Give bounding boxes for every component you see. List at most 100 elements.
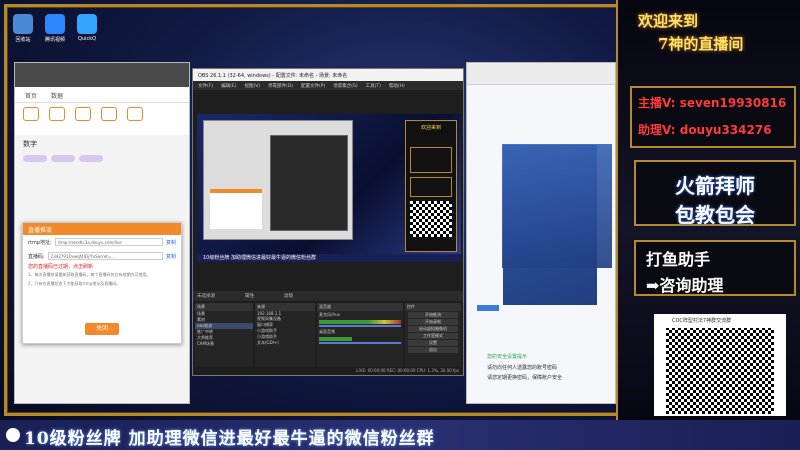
sources-header: 来源 bbox=[255, 303, 315, 311]
menu-help[interactable]: 帮助(H) bbox=[389, 83, 405, 89]
close-dialog-button[interactable]: 关闭 bbox=[85, 323, 119, 335]
stream-scene: 回收站 腾讯视频 QuickQ 首页 数据 数字 直播推流 rtmp地址: rt… bbox=[0, 0, 800, 450]
volume-slider[interactable] bbox=[319, 325, 401, 327]
rain-panel bbox=[502, 144, 612, 268]
dialog-title: 直播推流 bbox=[23, 223, 181, 235]
ticker-dot-icon bbox=[6, 428, 20, 442]
promo-box-fishing: 打鱼助手 ➡咨询助理 bbox=[634, 240, 796, 296]
tag-pill[interactable] bbox=[51, 155, 75, 162]
desktop-icon-label: QuickQ bbox=[77, 36, 97, 42]
menu-file[interactable]: 文件(F) bbox=[198, 83, 213, 89]
desktop-icon-tencent-video[interactable]: 腾讯视频 bbox=[40, 14, 70, 43]
scene-item[interactable]: CAM场景 bbox=[195, 341, 253, 347]
tool-row bbox=[15, 103, 189, 135]
preview-ticker: 10级粉丝牌 加助理微信进最好最牛逼的微信粉丝群 bbox=[197, 254, 461, 262]
bottom-ticker: 10级粉丝牌 加助理微信进最好最牛逼的微信粉丝群 bbox=[0, 420, 800, 450]
security-tip: 您的安全设置提示 请勿向任何人透露您的账号密码 请您定期更换密码，保障账户安全 bbox=[487, 353, 562, 381]
obs-preview[interactable]: 欢迎来到 10级粉丝牌 加助理微信进最好最牛逼的微信粉丝群 bbox=[197, 114, 461, 262]
stream-key-field[interactable]: 2342791Dvwqf4lDj?txSecret=... bbox=[47, 252, 163, 260]
volume-slider[interactable] bbox=[319, 342, 401, 344]
contact-box: 主播V: seven19930816 助理V: douyu334276 bbox=[630, 86, 796, 148]
promo-subtitle: 包教包会 bbox=[675, 203, 755, 227]
preview-overlay-column: 欢迎来到 bbox=[405, 120, 457, 252]
promo-box-rocket: 火箭拜师 包教包会 bbox=[634, 160, 796, 227]
menu-edit[interactable]: 编辑(E) bbox=[221, 83, 236, 89]
ticker-text: 10级粉丝牌 加助理微信进最好最牛逼的微信粉丝群 bbox=[24, 429, 435, 449]
obs-source-toolbar: 未选择源 属性 滤镜 bbox=[193, 291, 463, 301]
mixer-header: 混音器 bbox=[317, 303, 403, 311]
controls-header: 控件 bbox=[405, 303, 461, 311]
menu-scene-collection[interactable]: 场景集合(S) bbox=[333, 83, 357, 89]
preview-qr-code bbox=[410, 201, 452, 237]
promo-title: 打鱼助手 bbox=[646, 250, 711, 269]
tool-icon[interactable] bbox=[23, 107, 39, 121]
quickq-icon bbox=[77, 14, 97, 34]
server-field[interactable]: rtmp://sendtc3a.douyu.com/live bbox=[54, 238, 163, 246]
preview-nested-obs bbox=[270, 135, 348, 231]
nav-item-home[interactable]: 首页 bbox=[25, 91, 37, 100]
desktop-icon-quickq[interactable]: QuickQ bbox=[72, 14, 102, 42]
controls-dock: 控件 开始推流 开始录制 启动虚拟摄像机 工作室模式 设置 退出 bbox=[405, 303, 461, 375]
welcome-text: 欢迎来到 bbox=[638, 12, 699, 30]
start-streaming-button[interactable]: 开始推流 bbox=[408, 312, 458, 318]
qr-card: COC阵型村法7神群交流群 bbox=[654, 314, 786, 416]
dialog-note: 2、只有在直播状态下才能获取rtmp地址及直播码。 bbox=[28, 281, 121, 286]
assistant-contact: 助理V: douyu334276 bbox=[638, 123, 772, 137]
obs-docks: 场景 场景 素材 obs推流 推广中转 大师推荐 CAM场景 来源 192.16… bbox=[195, 303, 461, 375]
nav-item-data[interactable]: 数据 bbox=[51, 91, 63, 100]
tool-icon[interactable] bbox=[101, 107, 117, 121]
dialog-note: 1、每次直播前请重新获取直播码，每个直播码仅在有效期内可使用。 bbox=[28, 272, 151, 277]
refresh-warning[interactable]: 您的直播码已过期，点击刷新 bbox=[23, 263, 181, 270]
filters-button[interactable]: 滤镜 bbox=[284, 293, 293, 299]
server-label: rtmp地址: bbox=[28, 239, 52, 246]
copy-key-button[interactable]: 复制 bbox=[166, 253, 176, 260]
settings-button[interactable]: 设置 bbox=[408, 340, 458, 346]
desktop-icon-label: 回收站 bbox=[15, 37, 31, 43]
section-title: 数字 bbox=[23, 140, 37, 148]
preview-promo-box bbox=[410, 147, 452, 173]
stream-key-dialog: 直播推流 rtmp地址: rtmp://sendtc3a.douyu.com/l… bbox=[22, 222, 182, 344]
menu-view[interactable]: 视图(V) bbox=[244, 83, 260, 89]
volume-meter bbox=[319, 320, 401, 324]
mixer-dock: 混音器 麦克风/Aux 桌面音频 bbox=[317, 303, 403, 375]
qr-caption: COC阵型村法7神群交流群 bbox=[672, 318, 732, 324]
preview-promo-box bbox=[410, 177, 452, 197]
preview-welcome: 欢迎来到 bbox=[420, 125, 441, 131]
promo-subtitle: ➡咨询助理 bbox=[646, 276, 724, 295]
desktop-icon-label: 腾讯视频 bbox=[44, 37, 65, 43]
streamer-overlay-column: 欢迎来到 7神的直播间 主播V: seven19930816 助理V: douy… bbox=[616, 0, 800, 450]
browser-toolbar bbox=[15, 63, 189, 87]
scenes-dock: 场景 场景 素材 obs推流 推广中转 大师推荐 CAM场景 bbox=[195, 303, 253, 375]
menu-profile[interactable]: 配置文件(P) bbox=[301, 83, 325, 89]
studio-mode-button[interactable]: 工作室模式 bbox=[408, 333, 458, 339]
qr-code bbox=[666, 328, 774, 414]
properties-button[interactable]: 属性 bbox=[245, 293, 254, 299]
tag-row bbox=[15, 153, 189, 164]
mixer-channel: 桌面音频 bbox=[319, 329, 335, 334]
tool-icon[interactable] bbox=[127, 107, 143, 121]
start-recording-button[interactable]: 开始录制 bbox=[408, 319, 458, 325]
menu-tools[interactable]: 工具(T) bbox=[366, 83, 381, 89]
source-item[interactable]: 文本(GDI+) bbox=[255, 340, 315, 346]
desktop-icon-recycle-bin[interactable]: 回收站 bbox=[8, 14, 38, 43]
blue-button[interactable] bbox=[477, 305, 499, 311]
menu-docks[interactable]: 停靠部件(D) bbox=[268, 83, 293, 89]
promo-title: 火箭拜师 bbox=[675, 174, 755, 198]
app-nav: 首页 数据 bbox=[15, 87, 189, 103]
tool-icon[interactable] bbox=[75, 107, 91, 121]
virtual-camera-button[interactable]: 启动虚拟摄像机 bbox=[408, 326, 458, 332]
tag-pill[interactable] bbox=[79, 155, 103, 162]
mixer-channel: 麦克风/Aux bbox=[319, 312, 340, 317]
sources-dock: 来源 192.168.1.1 视频采集设备 窗口捕获 小游戏助手 小游戏助手 文… bbox=[255, 303, 315, 375]
copy-server-button[interactable]: 复制 bbox=[166, 239, 176, 246]
obs-status-bar: LIVE: 00:00:00 REC: 00:00:00 CPU: 1.3%, … bbox=[193, 367, 463, 375]
source-status: 未选择源 bbox=[197, 294, 215, 299]
security-note: 请您定期更换密码，保障账户安全 bbox=[487, 375, 563, 381]
security-note: 请勿向任何人透露您的账号密码 bbox=[487, 365, 558, 371]
scenes-header: 场景 bbox=[195, 303, 253, 311]
tag-pill[interactable] bbox=[23, 155, 47, 162]
exit-button[interactable]: 退出 bbox=[408, 347, 458, 353]
tool-icon[interactable] bbox=[49, 107, 65, 121]
volume-meter bbox=[319, 337, 401, 341]
host-contact: 主播V: seven19930816 bbox=[638, 96, 787, 110]
